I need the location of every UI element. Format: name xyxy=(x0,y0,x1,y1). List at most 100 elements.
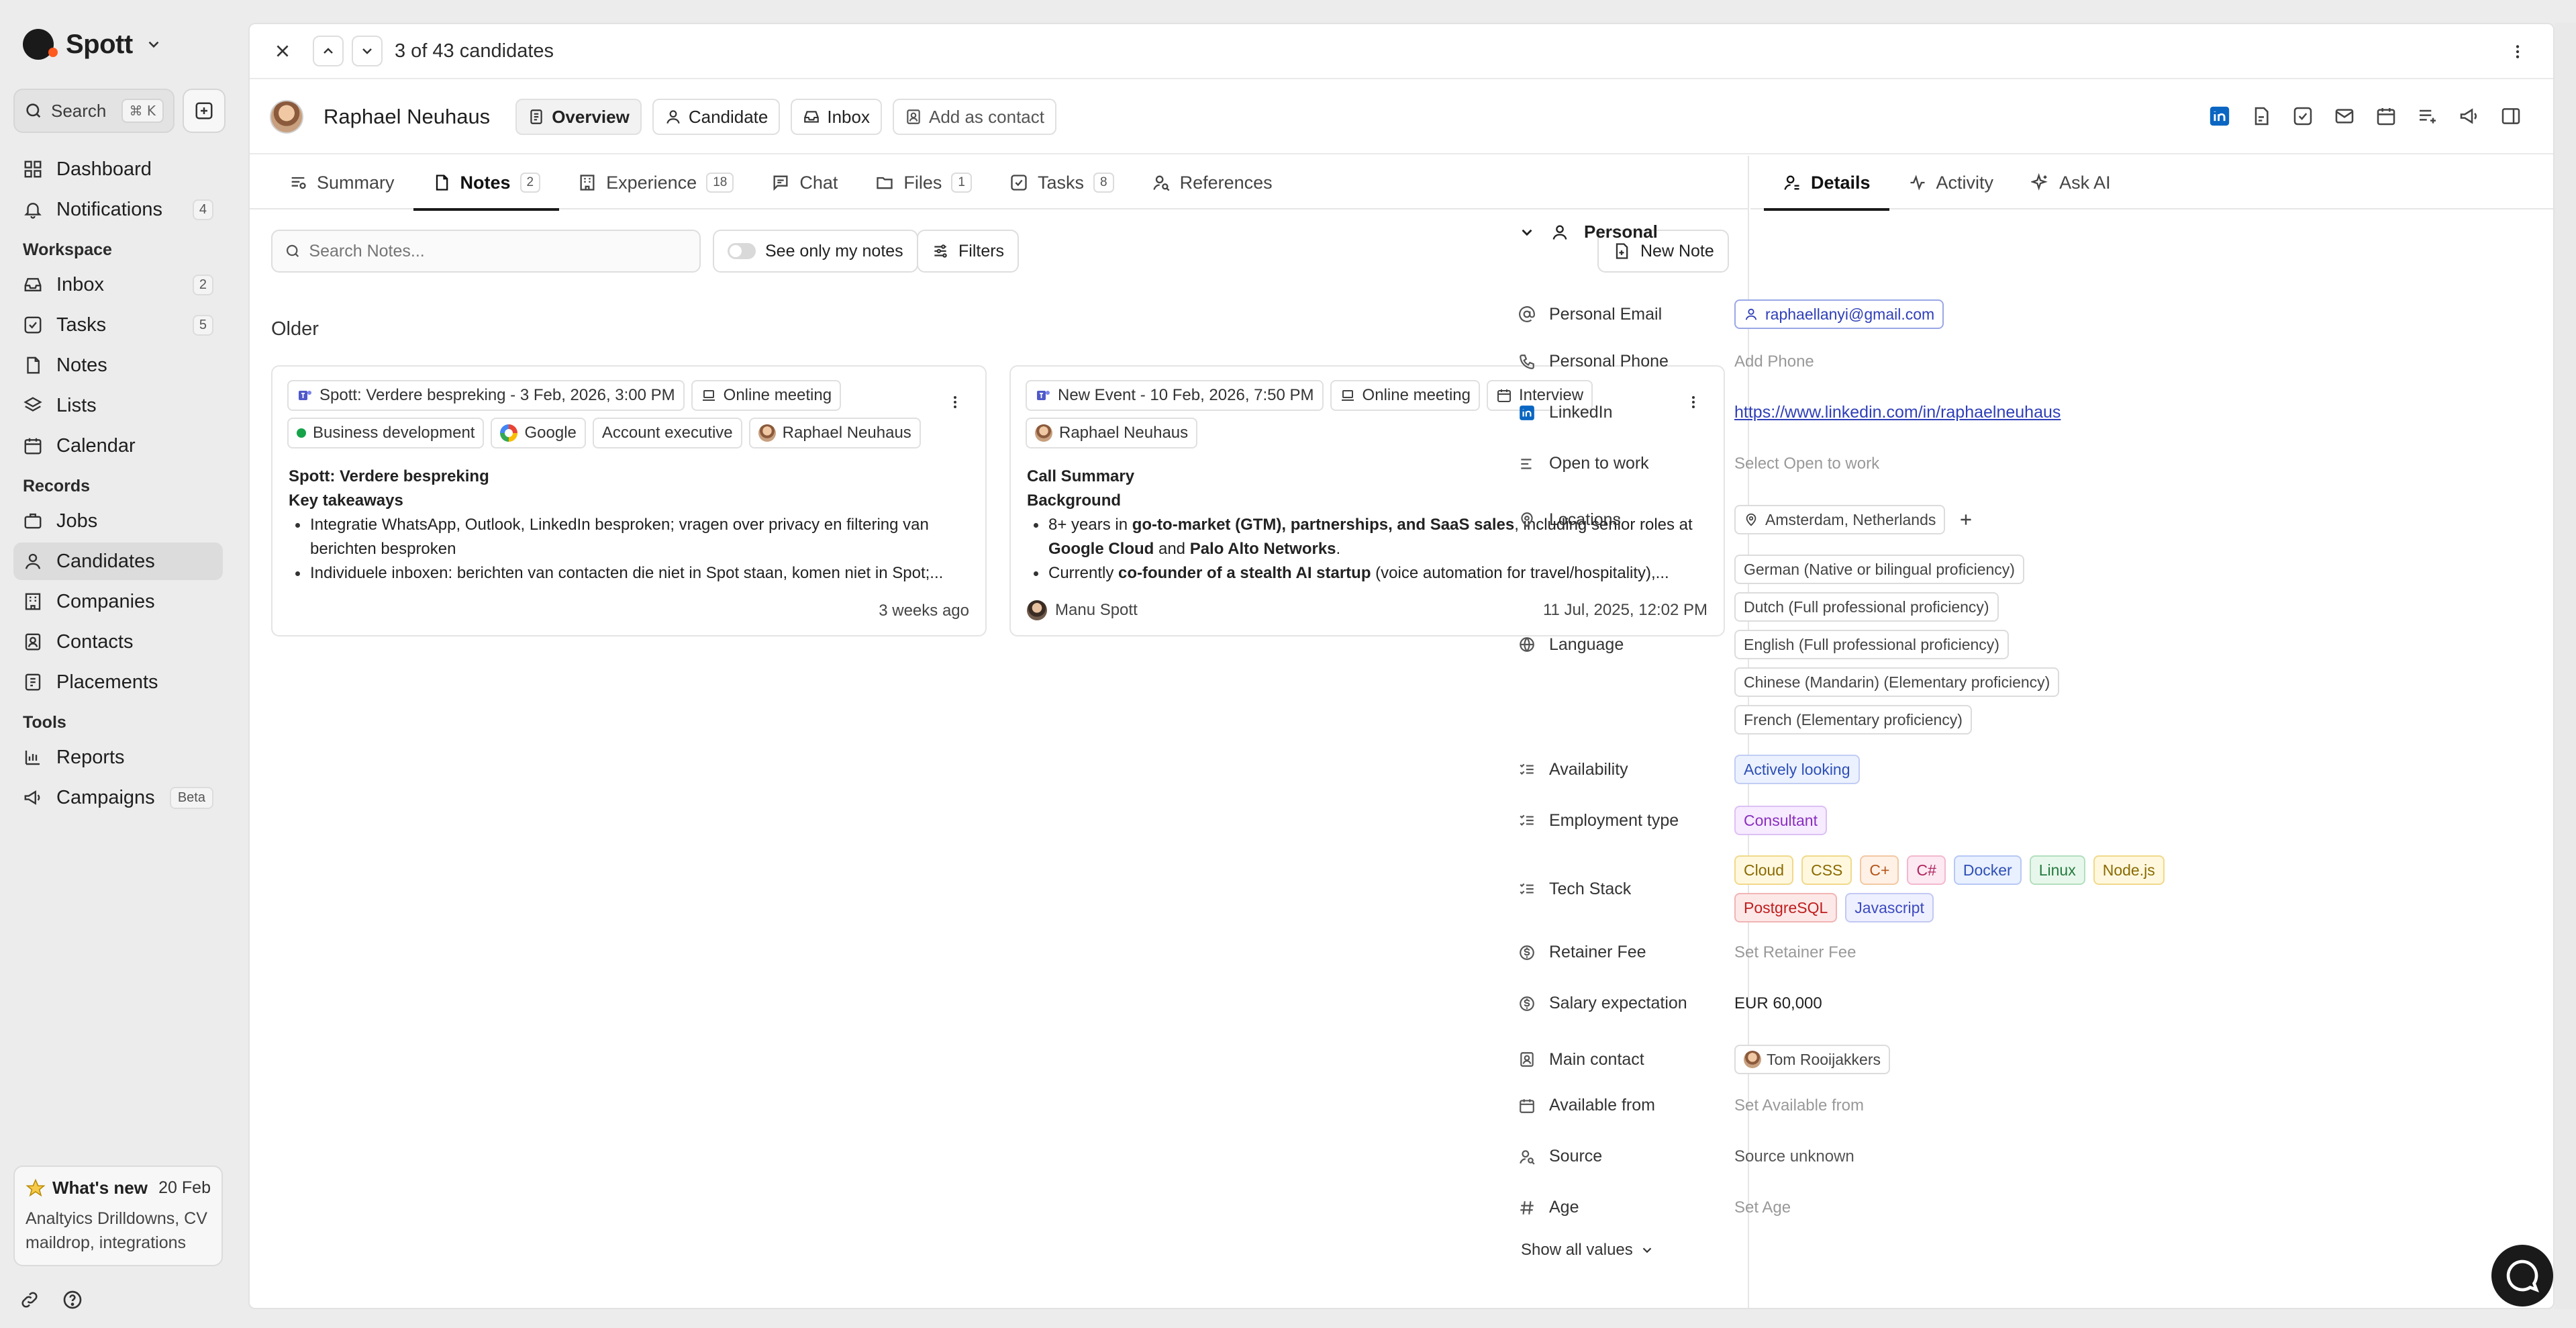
whats-new-card[interactable]: What's new 20 Feb Analtyics Drilldowns, … xyxy=(13,1166,223,1266)
personal-section-header[interactable]: Personal xyxy=(1518,222,1658,242)
notes-search[interactable] xyxy=(271,230,701,273)
show-all-values-button[interactable]: Show all values xyxy=(1521,1241,1654,1260)
sidebar-item-lists[interactable]: Lists xyxy=(13,387,223,424)
tab-experience[interactable]: Experience 18 xyxy=(559,156,752,209)
toggle-switch[interactable] xyxy=(728,243,756,259)
note-bullet: Individuele inboxen: berichten van conta… xyxy=(293,561,969,585)
source-value[interactable]: Source unknown xyxy=(1734,1147,1854,1166)
global-search[interactable]: Search ⌘ K xyxy=(13,89,175,133)
event-chip[interactable]: New Event - 10 Feb, 2026, 7:50 PM xyxy=(1026,380,1324,411)
new-item-button[interactable] xyxy=(183,89,226,133)
salary-value[interactable]: EUR 60,000 xyxy=(1734,994,1822,1013)
sidebar-item-candidates[interactable]: Candidates xyxy=(13,542,223,580)
linkedin-link[interactable]: https://www.linkedin.com/in/raphaelneuha… xyxy=(1734,403,2061,422)
support-chat-button[interactable] xyxy=(2491,1245,2553,1307)
tech-tag[interactable]: Node.js xyxy=(2093,855,2165,885)
tab-activity[interactable]: Activity xyxy=(1889,156,2013,209)
add-to-list-button[interactable] xyxy=(2412,101,2443,132)
inbox-label: Inbox xyxy=(827,106,870,127)
help-button[interactable] xyxy=(56,1284,89,1316)
person-chip[interactable]: Raphael Neuhaus xyxy=(748,418,921,448)
sidebar-item-contacts[interactable]: Contacts xyxy=(13,623,223,661)
tech-tag[interactable]: Javascript xyxy=(1845,893,1934,922)
open-to-work-select[interactable]: Select Open to work xyxy=(1734,455,1879,473)
tech-tag[interactable]: PostgreSQL xyxy=(1734,893,1838,922)
close-button[interactable] xyxy=(267,36,298,66)
note-plus-icon xyxy=(1616,243,1628,259)
copy-link-button[interactable] xyxy=(13,1284,46,1316)
language-tag[interactable]: Chinese (Mandarin) (Elementary proficien… xyxy=(1734,667,2060,697)
megaphone-icon xyxy=(2460,108,2477,124)
details-tabs: Details Activity Ask AI xyxy=(1750,156,2553,211)
tab-chat[interactable]: Chat xyxy=(752,156,856,209)
toggle-sidebar-button[interactable] xyxy=(2495,101,2526,132)
sidebar-item-campaigns[interactable]: Campaigns Beta xyxy=(13,779,223,816)
field-age: Age Set Age xyxy=(1518,1198,2283,1217)
available-from-input[interactable]: Set Available from xyxy=(1734,1096,1864,1115)
send-email-button[interactable] xyxy=(2329,101,2360,132)
linkedin-button[interactable] xyxy=(2204,101,2235,132)
availability-tag[interactable]: Actively looking xyxy=(1734,755,1860,784)
tab-ask-ai[interactable]: Ask AI xyxy=(2012,156,2130,209)
person-chip[interactable]: Raphael Neuhaus xyxy=(1026,418,1198,448)
tech-tag[interactable]: Linux xyxy=(2029,855,2085,885)
tech-tag[interactable]: Docker xyxy=(1953,855,2022,885)
sidebar-item-calendar[interactable]: Calendar xyxy=(13,427,223,465)
note-card[interactable]: Spott: Verdere bespreking - 3 Feb, 2026,… xyxy=(271,365,987,636)
sidebar-item-tasks[interactable]: Tasks 5 xyxy=(13,306,223,344)
language-tag[interactable]: German (Native or bilingual proficiency) xyxy=(1734,555,2024,584)
sidebar-item-companies[interactable]: Companies xyxy=(13,583,223,620)
see-only-my-notes-toggle[interactable]: See only my notes xyxy=(713,230,918,273)
sidebar-item-jobs[interactable]: Jobs xyxy=(13,502,223,540)
tech-tag[interactable]: C+ xyxy=(1860,855,1899,885)
cv-button[interactable] xyxy=(2246,101,2277,132)
add-as-contact-button[interactable]: Add as contact xyxy=(892,99,1056,135)
tab-details[interactable]: Details xyxy=(1764,156,1889,211)
tab-references[interactable]: References xyxy=(1133,156,1291,209)
tab-label: References xyxy=(1179,172,1273,193)
add-phone-input[interactable]: Add Phone xyxy=(1734,352,1814,371)
inbox-button[interactable]: Inbox xyxy=(791,99,882,135)
tab-summary[interactable]: Summary xyxy=(270,156,413,209)
next-candidate-button[interactable] xyxy=(352,36,383,66)
filters-button[interactable]: Filters xyxy=(917,230,1020,273)
tab-files[interactable]: Files 1 xyxy=(856,156,991,209)
notes-group-label: Older xyxy=(271,318,319,340)
sidebar-item-notifications[interactable]: Notifications 4 xyxy=(13,191,223,228)
sidebar-item-inbox[interactable]: Inbox 2 xyxy=(13,266,223,303)
retainer-fee-input[interactable]: Set Retainer Fee xyxy=(1734,943,1856,962)
personal-email-value[interactable]: raphaellanyi@gmail.com xyxy=(1734,299,1944,329)
field-label: Available from xyxy=(1549,1096,1655,1114)
sidebar-item-dashboard[interactable]: Dashboard xyxy=(13,150,223,188)
employment-type-tag[interactable]: Consultant xyxy=(1734,806,1827,835)
notes-search-input[interactable] xyxy=(309,241,687,261)
schedule-event-button[interactable] xyxy=(2371,101,2401,132)
tab-notes[interactable]: Notes 2 xyxy=(413,156,560,211)
candidate-button[interactable]: Candidate xyxy=(652,99,781,135)
age-input[interactable]: Set Age xyxy=(1734,1198,1791,1217)
language-tag[interactable]: Dutch (Full professional proficiency) xyxy=(1734,592,1999,622)
field-personal-email: Personal Email raphaellanyi@gmail.com xyxy=(1518,299,2283,329)
beta-badge: Beta xyxy=(169,786,213,809)
sidebar-item-notes[interactable]: Notes xyxy=(13,346,223,384)
tab-tasks[interactable]: Tasks 8 xyxy=(991,156,1133,209)
tech-tag[interactable]: C# xyxy=(1907,855,1946,885)
location-tag[interactable]: Amsterdam, Netherlands xyxy=(1734,505,1946,534)
event-chip[interactable]: Spott: Verdere bespreking - 3 Feb, 2026,… xyxy=(287,380,685,411)
sidebar-item-reports[interactable]: Reports xyxy=(13,739,223,776)
tech-tag[interactable]: CSS xyxy=(1801,855,1852,885)
main-contact-tag[interactable]: Tom Rooijakkers xyxy=(1734,1045,1890,1074)
overview-button[interactable]: Overview xyxy=(515,99,642,135)
note-options-button[interactable] xyxy=(940,387,971,418)
language-tag[interactable]: French (Elementary proficiency) xyxy=(1734,705,1972,734)
sidebar-item-placements[interactable]: Placements xyxy=(13,663,223,701)
add-to-campaign-button[interactable] xyxy=(2454,101,2485,132)
language-tag[interactable]: English (Full professional proficiency) xyxy=(1734,630,2009,659)
workspace-switcher[interactable]: Spott xyxy=(23,24,162,64)
previous-candidate-button[interactable] xyxy=(313,36,344,66)
add-location-icon[interactable] xyxy=(1957,511,1975,528)
company-chip[interactable]: Google xyxy=(491,418,586,448)
tech-tag[interactable]: Cloud xyxy=(1734,855,1794,885)
add-task-button[interactable] xyxy=(2287,101,2318,132)
more-options-button[interactable] xyxy=(2502,36,2533,67)
